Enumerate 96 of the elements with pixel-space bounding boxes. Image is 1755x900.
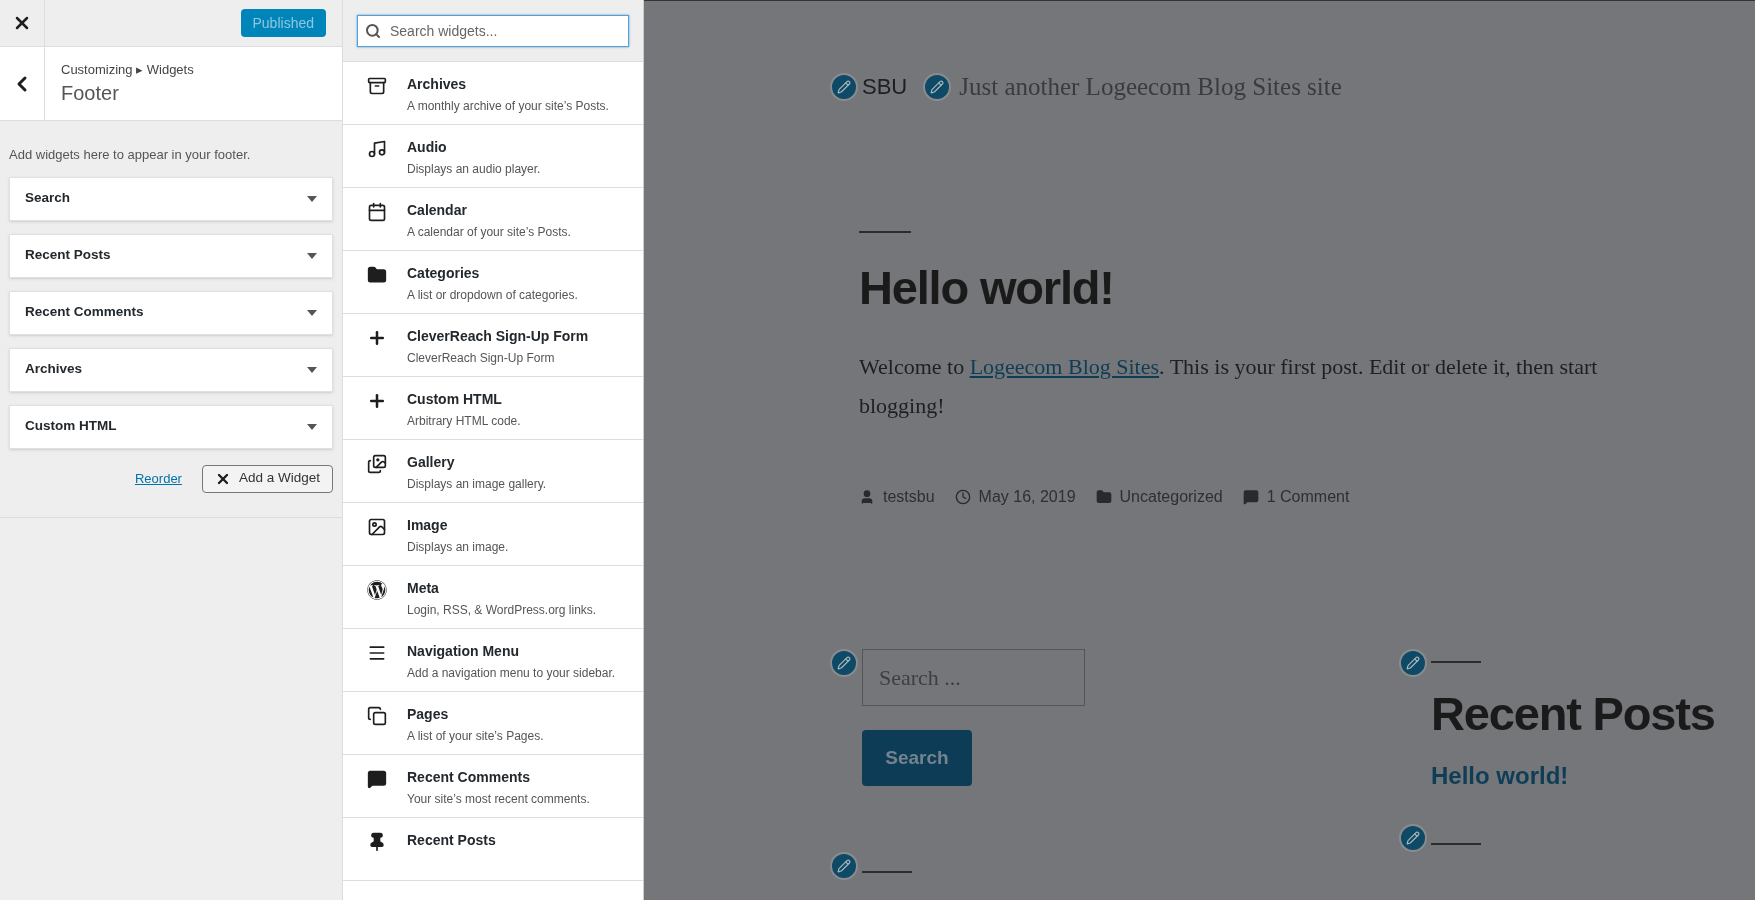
calendar-icon <box>367 202 387 222</box>
widget-description: Arbitrary HTML code. <box>407 413 521 430</box>
music-note-icon <box>367 139 387 159</box>
widget-description: A monthly archive of your site’s Posts. <box>407 98 609 115</box>
widget-description: Add a navigation menu to your sidebar. <box>407 665 616 682</box>
speech-bubble-icon <box>1242 489 1259 505</box>
edit-pencil-button[interactable] <box>830 852 858 880</box>
caret-icon[interactable] <box>307 423 317 430</box>
widget-name: Audio <box>407 138 448 157</box>
widget-name: Archives <box>407 75 468 94</box>
widget-description: CleverReach Sign-Up Form <box>407 350 556 367</box>
widget-name: Categories <box>407 264 481 283</box>
widget-list-item[interactable]: Archives A monthly archive of your site’s Posts. <box>343 62 643 125</box>
widget-name: Calendar <box>407 201 468 220</box>
person-icon <box>859 489 875 505</box>
folder-icon <box>367 265 387 285</box>
search-placeholder: Search ... <box>879 664 961 692</box>
widget-name: Custom HTML <box>407 390 503 409</box>
reorder-link[interactable]: Reorder <box>135 468 182 489</box>
caret-icon[interactable] <box>307 309 317 316</box>
widget-name: Recent Posts <box>407 831 496 850</box>
widget-title: Recent Posts <box>25 246 112 265</box>
search-icon <box>365 22 381 39</box>
pencil-icon <box>1406 656 1420 670</box>
pushpin-icon <box>367 832 387 852</box>
post-meta: testsbu <box>883 487 935 507</box>
pencil-icon <box>837 656 851 670</box>
widget-description: Displays an image gallery. <box>407 476 547 493</box>
breadcrumb: Customizing ▸ Widgets <box>61 60 194 79</box>
pencil-icon <box>930 79 945 94</box>
widget-list-item[interactable]: Recent Comments Your site’s most recent comments. <box>343 755 643 818</box>
image-icon <box>367 517 387 537</box>
widget-name: Gallery <box>407 453 456 472</box>
edit-pencil-button[interactable] <box>1399 649 1427 677</box>
widget-list-item[interactable]: Custom HTML Arbitrary HTML code. <box>343 377 643 440</box>
widget-description: A list of your site’s Pages. <box>407 728 544 745</box>
edit-pencil-button[interactable] <box>923 72 952 101</box>
widget-description: Displays an image. <box>407 539 509 556</box>
post-body: Welcome to Logeecom Blog Sites. This is your first post. Edit or delete it, then start blogging! <box>859 353 1599 420</box>
section-title: Footer <box>61 81 120 107</box>
widget-description: Displays an audio player. <box>407 161 541 178</box>
wordpress-logo-icon <box>367 580 387 600</box>
post-title: Hello world! <box>859 259 1115 316</box>
add-widget-button[interactable]: Add a Widget <box>201 464 333 493</box>
menu-icon <box>367 643 387 663</box>
recent-posts-title: Recent Posts <box>1431 686 1715 742</box>
widget-name: Pages <box>407 705 450 724</box>
edit-pencil-button[interactable] <box>830 72 858 101</box>
widget-list-item[interactable]: CleverReach Sign-Up Form CleverReach Sign-Up Form <box>343 314 643 377</box>
site-title: SBU <box>862 73 908 102</box>
widget-list-item[interactable]: Navigation Menu Add a navigation menu to your sidebar. <box>343 629 643 692</box>
widget-title: Recent Comments <box>25 303 145 322</box>
widget-list-item[interactable]: Audio Displays an audio player. <box>343 125 643 188</box>
widget-list-item[interactable]: Pages A list of your site’s Pages. <box>343 692 643 755</box>
widget-card[interactable]: Custom HTML <box>9 404 333 449</box>
widget-description: Your site’s most recent comments. <box>407 791 590 808</box>
widget-name: Image <box>407 516 449 535</box>
widget-title: Archives <box>25 360 84 379</box>
edit-pencil-button[interactable] <box>830 649 858 677</box>
gallery-icon <box>367 454 387 474</box>
speech-bubble-icon <box>367 769 387 789</box>
widget-name: Meta <box>407 579 440 598</box>
widget-list-item[interactable]: Calendar A calendar of your site’s Posts. <box>343 188 643 251</box>
widget-title: Search <box>25 189 72 208</box>
edit-pencil-button[interactable] <box>1399 823 1427 852</box>
widget-card[interactable]: Archives <box>9 347 333 392</box>
widget-name: CleverReach Sign-Up Form <box>407 327 589 346</box>
pencil-icon <box>1406 830 1420 845</box>
search-field[interactable]: Search widgets... <box>357 14 629 47</box>
widget-card[interactable]: Recent Comments <box>9 290 333 335</box>
section-description: Add widgets here to appear in your footer. <box>9 146 252 164</box>
widget-name: Recent Comments <box>407 768 531 787</box>
widget-list-item[interactable]: Categories A list or dropdown of categories. <box>343 251 643 314</box>
pencil-icon <box>837 79 851 94</box>
plus-icon <box>367 391 387 411</box>
widget-card[interactable]: Search <box>9 176 333 221</box>
archive-box-icon <box>367 76 387 96</box>
widget-list-item[interactable]: Meta Login, RSS, & WordPress.org links. <box>343 566 643 629</box>
clock-icon <box>954 489 971 505</box>
widget-card[interactable]: Recent Posts <box>9 233 333 278</box>
widget-description: A list or dropdown of categories. <box>407 287 578 304</box>
caret-icon[interactable] <box>307 366 317 373</box>
widget-list-item[interactable]: Recent Posts <box>343 818 643 881</box>
widget-list-item[interactable]: Image Displays an image. <box>343 503 643 566</box>
widget-list-item[interactable]: Gallery Displays an image gallery. <box>343 440 643 503</box>
plus-icon <box>367 328 387 348</box>
caret-icon[interactable] <box>307 195 317 202</box>
caret-icon[interactable] <box>307 252 317 259</box>
folder-icon <box>1095 489 1112 505</box>
pages-icon <box>367 706 387 726</box>
widget-description: Login, RSS, & WordPress.org links. <box>407 602 597 619</box>
site-tagline: Just another Logeecom Blog Sites site <box>959 72 1342 102</box>
widget-title: Custom HTML <box>25 417 118 436</box>
pencil-icon <box>837 859 851 873</box>
widget-name: Navigation Menu <box>407 642 520 661</box>
widget-description: A calendar of your site’s Posts. <box>407 224 571 241</box>
